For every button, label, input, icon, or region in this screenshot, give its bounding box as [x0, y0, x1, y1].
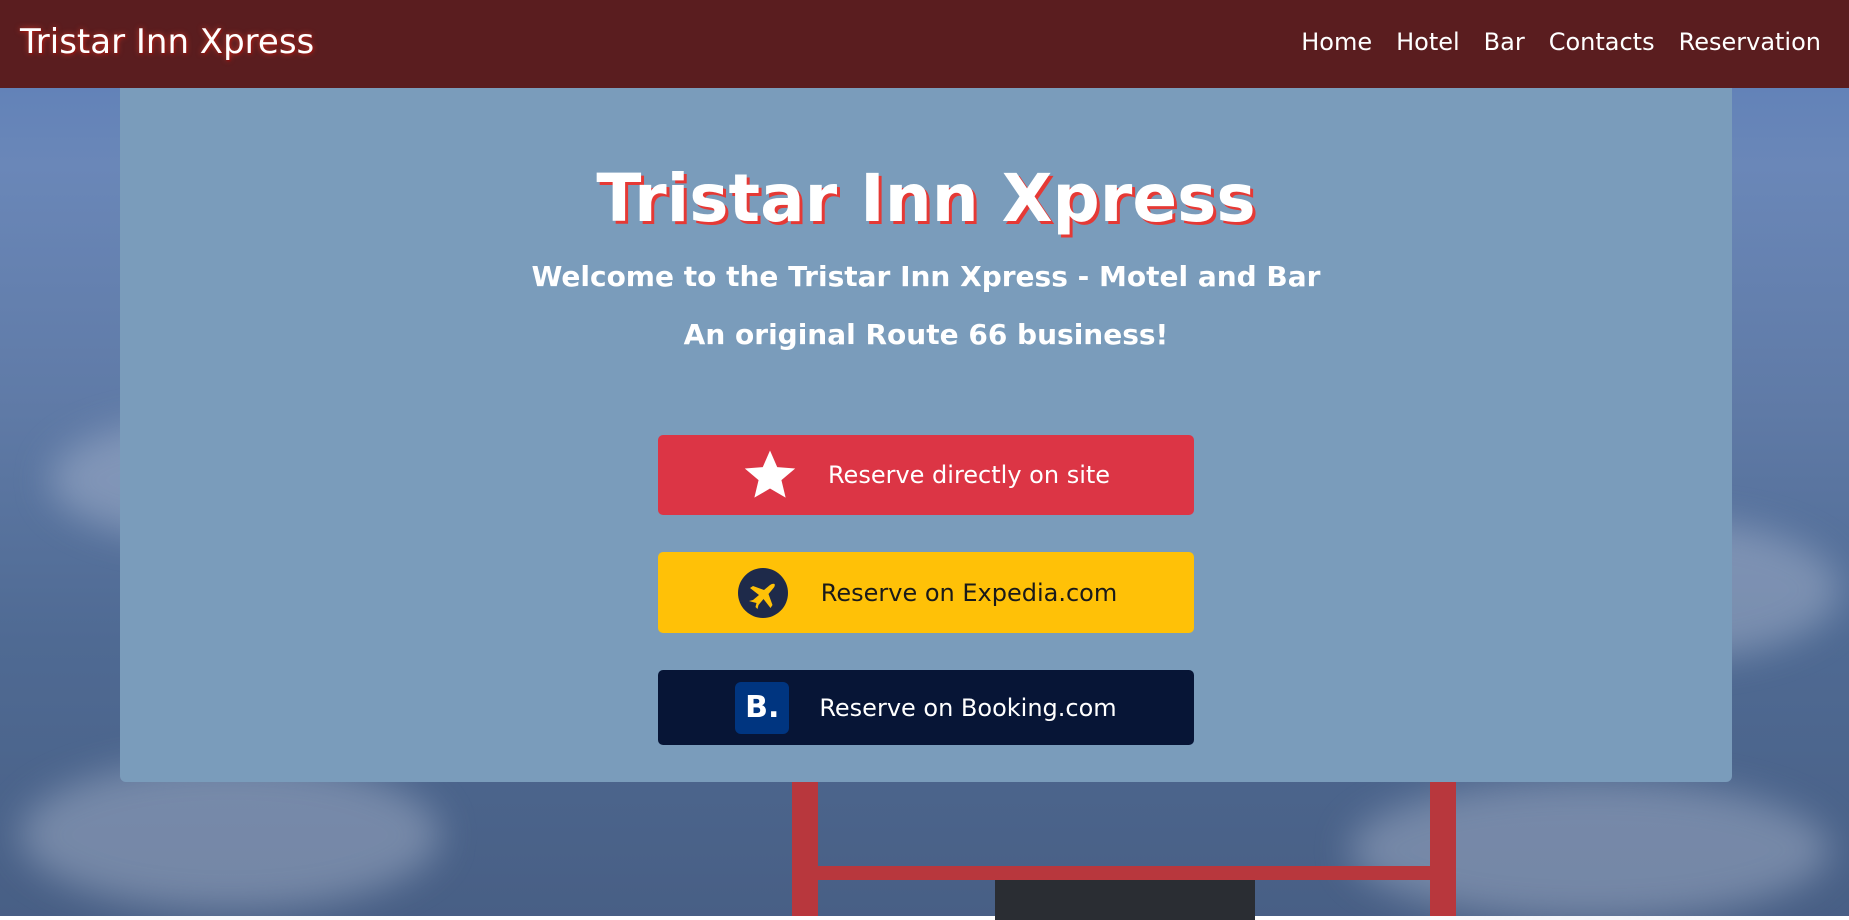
navbar: Tristar Inn Xpress Home Hotel Bar Contac…	[0, 0, 1849, 88]
navbar-brand[interactable]: Tristar Inn Xpress	[20, 22, 314, 62]
cloud	[20, 760, 440, 910]
reservation-panel: Tristar Inn Xpress Welcome to the Trista…	[120, 88, 1732, 782]
nav-link-hotel[interactable]: Hotel	[1396, 28, 1460, 56]
reserve-expedia-label: Reserve on Expedia.com	[820, 578, 1118, 607]
star-icon	[742, 447, 798, 503]
hero-tagline: An original Route 66 business!	[683, 318, 1169, 351]
hero-title: Tristar Inn Xpress	[596, 160, 1256, 237]
reserve-booking-label: Reserve on Booking.com	[819, 693, 1117, 722]
nav-link-home[interactable]: Home	[1301, 28, 1372, 56]
booking-logo-icon: B.	[735, 681, 790, 734]
motel-sign	[995, 880, 1255, 920]
reserve-expedia-button[interactable]: Reserve on Expedia.com	[658, 552, 1194, 633]
sign-crossbar	[810, 866, 1440, 880]
reserve-booking-button[interactable]: B. Reserve on Booking.com	[658, 670, 1194, 745]
nav-links: Home Hotel Bar Contacts Reservation	[1301, 28, 1821, 56]
nav-link-reservation[interactable]: Reservation	[1679, 28, 1821, 56]
sign-post-left	[792, 780, 818, 916]
cloud	[1350, 780, 1830, 920]
reserve-direct-button[interactable]: Reserve directly on site	[658, 435, 1194, 515]
reserve-direct-label: Reserve directly on site	[827, 461, 1111, 489]
hero-subtitle: Welcome to the Tristar Inn Xpress - Mote…	[531, 260, 1321, 293]
nav-link-contacts[interactable]: Contacts	[1549, 28, 1655, 56]
expedia-plane-icon	[735, 565, 791, 621]
sign-post-right	[1430, 780, 1456, 916]
nav-link-bar[interactable]: Bar	[1484, 28, 1525, 56]
